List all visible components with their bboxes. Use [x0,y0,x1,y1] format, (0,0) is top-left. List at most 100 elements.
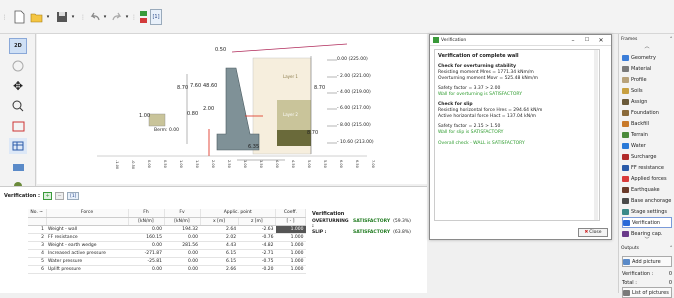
nav-label: Foundation [631,109,659,116]
table-row[interactable]: 6 Uplift pressure 0.00 0.00 2.66 -0.20 1… [28,265,306,274]
foundation-icon [622,109,629,116]
summary-status: SATISFACTORY [353,219,391,224]
minimize-icon[interactable]: – [566,37,580,44]
nav-item-base-anchorage[interactable]: Base anchorage [622,195,672,206]
maximize-icon[interactable]: ☐ [580,37,594,43]
nav-label: Surcharge [631,153,657,160]
nav-item-backfill[interactable]: Backfill [622,118,672,129]
scroll-up-icon[interactable]: ︿ [622,43,672,50]
geometry-icon [622,54,629,61]
table-row[interactable]: 4 Increased active pressure -271.87 0.00… [28,249,306,258]
2d-view-button[interactable]: 2D [9,38,27,54]
nav-item-applied-forces[interactable]: Applied forces [622,173,672,184]
app-icon [433,37,439,43]
remove-verification-button[interactable]: − [55,192,65,200]
nav-label: Earthquake [631,186,660,193]
elevation-label: - 4.00 (219.00) [337,90,371,95]
nav-item-assign[interactable]: Assign [622,96,672,107]
dim-label: 7.60 [190,83,202,89]
nav-item-material[interactable]: Material [622,63,672,74]
wall-body [216,67,260,151]
dim-label: 0.80 [187,111,199,117]
undo-dropdown-icon[interactable]: ▾ [102,9,108,25]
open-file-icon[interactable] [30,9,44,25]
cell-coeff[interactable]: 1.000 [275,241,306,250]
forces-table: No. ~ Force Fh Fv Applic. point Coeff. [… [28,209,306,274]
cell-no: 1 [28,225,46,234]
close-button[interactable]: ✖ Close [578,228,608,237]
unit-header: [ - ] [275,217,306,226]
drawing-canvas[interactable]: Berm: 0.00 Layer 1 Layer 2 8.70 7.60 48.… [37,34,427,184]
cell-coeff[interactable]: 1.000 [275,233,306,242]
save-icon[interactable] [55,9,69,25]
nav-item-water[interactable]: Water [622,140,672,151]
stage-settings-icon [622,208,629,215]
outputs-collapse-icon[interactable]: ⌃ [669,246,673,251]
cell-coeff[interactable]: 1.000 [275,257,306,266]
count-label: Verification : [622,270,654,277]
ff-resistance-icon [622,164,629,171]
axis-tick: 0.50 [163,160,167,168]
zoom-extents-icon[interactable] [9,118,27,134]
add-verification-button[interactable]: + [43,192,53,200]
nav-label: Assign [631,98,648,105]
verification-bar: Verification : + − [1] [4,192,80,200]
nav-item-terrain[interactable]: Terrain [622,129,672,140]
cell-coeff[interactable]: 1.000 [275,265,306,274]
col-header: Fh [128,209,165,218]
nav-item-geometry[interactable]: Geometry [622,52,672,63]
nav-item-profile[interactable]: Profile [622,74,672,85]
undo-icon[interactable] [88,9,102,25]
nav-label: FF resistance [631,164,664,171]
nav-item-foundation[interactable]: Foundation [622,107,672,118]
dialog-titlebar[interactable]: Verification – ☐ ✕ [430,35,611,46]
close-icon[interactable]: ✕ [594,37,608,44]
nav-item-earthquake[interactable]: Earthquake [622,184,672,195]
axis-tick: 7.00 [371,160,375,168]
cell-fh: 0.00 [128,241,164,250]
material-icon [622,65,629,72]
cell-no: 3 [28,241,46,250]
cell-coeff[interactable]: 1.000 [275,249,306,258]
cloud-icon[interactable] [9,158,27,174]
add-stage-icon[interactable] [138,9,148,25]
nav-item-verification[interactable]: Verification [622,217,672,228]
picture-icon [623,258,630,265]
layer-1-label: Layer 1 [283,74,298,79]
nav-item-surcharge[interactable]: Surcharge [622,151,672,162]
cell-fh: 160.15 [128,233,164,242]
redo-dropdown-icon[interactable]: ▾ [124,9,130,25]
col-header: Force [46,209,129,218]
table-row[interactable]: 5 Water pressure -25.81 0.00 6.15 -0.75 … [28,257,306,266]
open-dropdown-icon[interactable]: ▾ [45,9,51,25]
nav-item-stage-settings[interactable]: Stage settings [622,206,672,217]
scroll-down-icon[interactable]: ﹀ [622,236,672,243]
verification-tag[interactable]: [1] [67,192,80,200]
nav-label: Stage settings [631,208,667,215]
add-picture-button[interactable]: Add picture [622,256,672,267]
axis-tick: -0.50 [131,160,135,170]
earthquake-icon [622,186,629,193]
axis-tick: 1.50 [195,160,199,168]
3d-view-icon[interactable] [9,58,27,74]
redo-icon[interactable] [110,9,124,25]
col-header[interactable]: No. ~ [28,209,47,218]
unit-header: z [m] [238,217,277,226]
table-view-icon[interactable] [9,138,27,154]
nav-item-ff-resistance[interactable]: FF resistance [622,162,672,173]
save-dropdown-icon[interactable]: ▾ [70,9,76,25]
zoom-icon[interactable] [9,98,27,114]
col-header: Fv [164,209,201,218]
table-row[interactable]: 1 Weight - wall 0.00 194.32 2.64 -2.63 1… [28,225,306,234]
dim-label: 8.70 [314,85,326,91]
table-row[interactable]: 2 FF resistance 160.15 0.00 2.02 -0.76 1… [28,233,306,242]
table-row[interactable]: 3 Weight - earth wedge 0.00 281.56 4.43 … [28,241,306,250]
nav-item-soils[interactable]: Soils [622,85,672,96]
new-file-icon[interactable] [12,9,26,25]
pan-icon[interactable]: ✥ [9,78,27,94]
summary-label: OVERTURNING : [312,219,349,229]
count-value: 0 [668,270,672,277]
dialog-scrollbar[interactable] [594,50,598,220]
stage-fix-button[interactable]: [1] [150,9,162,25]
cell-coeff[interactable]: 1.000 [275,225,306,234]
